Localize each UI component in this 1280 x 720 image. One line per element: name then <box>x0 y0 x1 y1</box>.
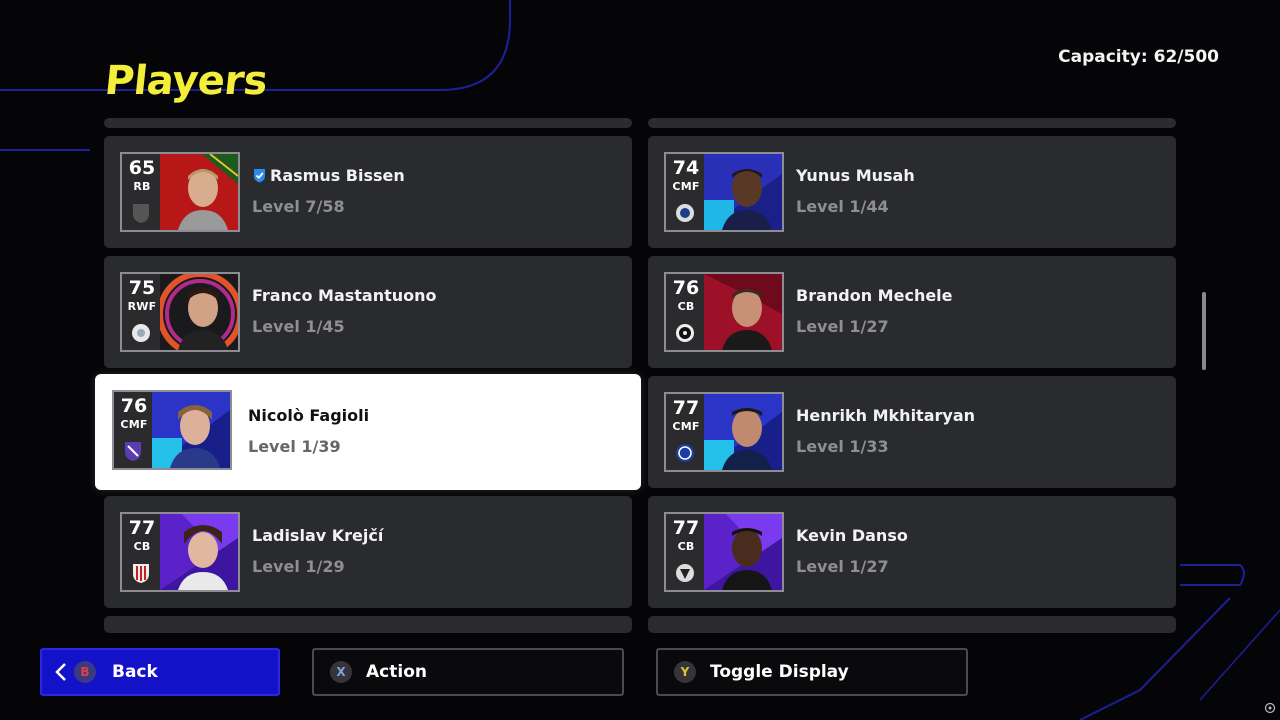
player-position: CB <box>677 540 695 553</box>
page-title: Players <box>102 58 270 104</box>
club-crest-icon <box>132 324 150 342</box>
player-rating: 77 <box>672 397 700 419</box>
player-thumbnail: 65 RB <box>120 152 240 232</box>
shield-crest-icon <box>133 204 149 223</box>
verified-icon <box>254 169 265 183</box>
player-portrait <box>722 169 772 230</box>
chevron-left-icon <box>55 663 66 681</box>
player-thumbnail: 77 CMF <box>664 392 784 472</box>
player-rating: 76 <box>672 277 700 299</box>
player-position: CMF <box>672 420 700 433</box>
player-card[interactable]: 75 RWF Franco Mastantuono Level 1/45 <box>104 256 632 368</box>
y-button-icon: Y <box>674 661 696 683</box>
network-status-icon <box>1264 702 1276 714</box>
player-portrait <box>722 408 772 470</box>
player-portrait <box>178 525 228 590</box>
player-level: Level 7/58 <box>252 197 345 216</box>
back-button[interactable]: B Back <box>40 648 280 696</box>
player-thumbnail: 76 CB <box>664 272 784 352</box>
player-portrait <box>178 169 228 230</box>
player-card[interactable]: 77 CB Kevin Danso Level 1/27 <box>648 496 1176 608</box>
player-portrait <box>722 289 772 350</box>
player-position: CB <box>677 300 695 313</box>
player-card-partial[interactable] <box>648 118 1176 128</box>
player-card-partial[interactable] <box>104 616 632 633</box>
player-rating: 77 <box>672 517 700 539</box>
capacity-indicator: Capacity: 62/500 <box>1058 47 1219 67</box>
player-card[interactable]: 77 CMF Henrikh Mkhitaryan Level 1/33 <box>648 376 1176 488</box>
action-button[interactable]: X Action <box>312 648 624 696</box>
player-thumbnail: 77 CB <box>120 512 240 592</box>
player-thumbnail: 76 CMF <box>112 390 232 470</box>
toggle-display-label: Toggle Display <box>710 662 849 682</box>
club-crest-icon <box>133 564 149 583</box>
player-level: Level 1/33 <box>796 437 889 456</box>
capacity-value: 62/500 <box>1153 47 1219 67</box>
player-position: CMF <box>120 418 148 431</box>
player-name: Ladislav Krejčí <box>252 526 384 545</box>
player-card[interactable]: 65 RB Rasmus Bissen Level 7/58 <box>104 136 632 248</box>
player-card-partial[interactable] <box>104 118 632 128</box>
player-list[interactable]: 65 RB Rasmus Bissen Level 7/58 74 CMF Yu… <box>90 118 1190 633</box>
club-crest-icon <box>676 564 694 582</box>
player-name: Franco Mastantuono <box>252 286 437 305</box>
player-level: Level 1/27 <box>796 317 889 336</box>
player-position: CB <box>133 540 151 553</box>
toggle-display-button[interactable]: Y Toggle Display <box>656 648 968 696</box>
player-rating: 74 <box>672 157 700 179</box>
player-position: RWF <box>127 300 157 313</box>
player-rating: 75 <box>128 277 156 299</box>
action-label: Action <box>366 662 427 682</box>
player-level: Level 1/44 <box>796 197 889 216</box>
player-name: Nicolò Fagioli <box>248 406 370 425</box>
club-crest-icon <box>676 444 694 462</box>
player-name: Rasmus Bissen <box>252 166 405 185</box>
capacity-label: Capacity: <box>1058 47 1148 67</box>
club-crest-icon <box>676 204 694 222</box>
player-name: Henrikh Mkhitaryan <box>796 406 975 425</box>
player-card-partial[interactable] <box>648 616 1176 633</box>
player-level: Level 1/29 <box>252 557 345 576</box>
player-card-selected[interactable]: 76 CMF Nicolò Fagioli Level 1/39 <box>95 374 641 490</box>
club-crest-icon <box>125 442 141 461</box>
player-rating: 76 <box>120 395 148 417</box>
player-portrait <box>178 288 228 350</box>
list-scrollbar[interactable] <box>1202 292 1206 370</box>
player-level: Level 1/39 <box>248 437 341 456</box>
player-level: Level 1/27 <box>796 557 889 576</box>
player-name: Kevin Danso <box>796 526 908 545</box>
player-position: RB <box>133 180 151 193</box>
player-portrait <box>170 405 220 468</box>
player-card[interactable]: 76 CB Brandon Mechele Level 1/27 <box>648 256 1176 368</box>
player-rating: 65 <box>128 157 156 179</box>
club-crest-icon <box>676 324 694 342</box>
player-thumbnail: 75 RWF <box>120 272 240 352</box>
player-card[interactable]: 74 CMF Yunus Musah Level 1/44 <box>648 136 1176 248</box>
player-name: Yunus Musah <box>796 166 915 185</box>
x-button-icon: X <box>330 661 352 683</box>
player-name-text: Rasmus Bissen <box>270 166 405 185</box>
player-thumbnail: 74 CMF <box>664 152 784 232</box>
player-level: Level 1/45 <box>252 317 345 336</box>
player-card[interactable]: 77 CB Ladislav Krejčí Level 1/29 <box>104 496 632 608</box>
b-button-icon: B <box>74 661 96 683</box>
player-thumbnail: 77 CB <box>664 512 784 592</box>
player-portrait <box>722 528 772 590</box>
player-rating: 77 <box>128 517 156 539</box>
player-name: Brandon Mechele <box>796 286 953 305</box>
player-position: CMF <box>672 180 700 193</box>
back-label: Back <box>112 662 158 682</box>
